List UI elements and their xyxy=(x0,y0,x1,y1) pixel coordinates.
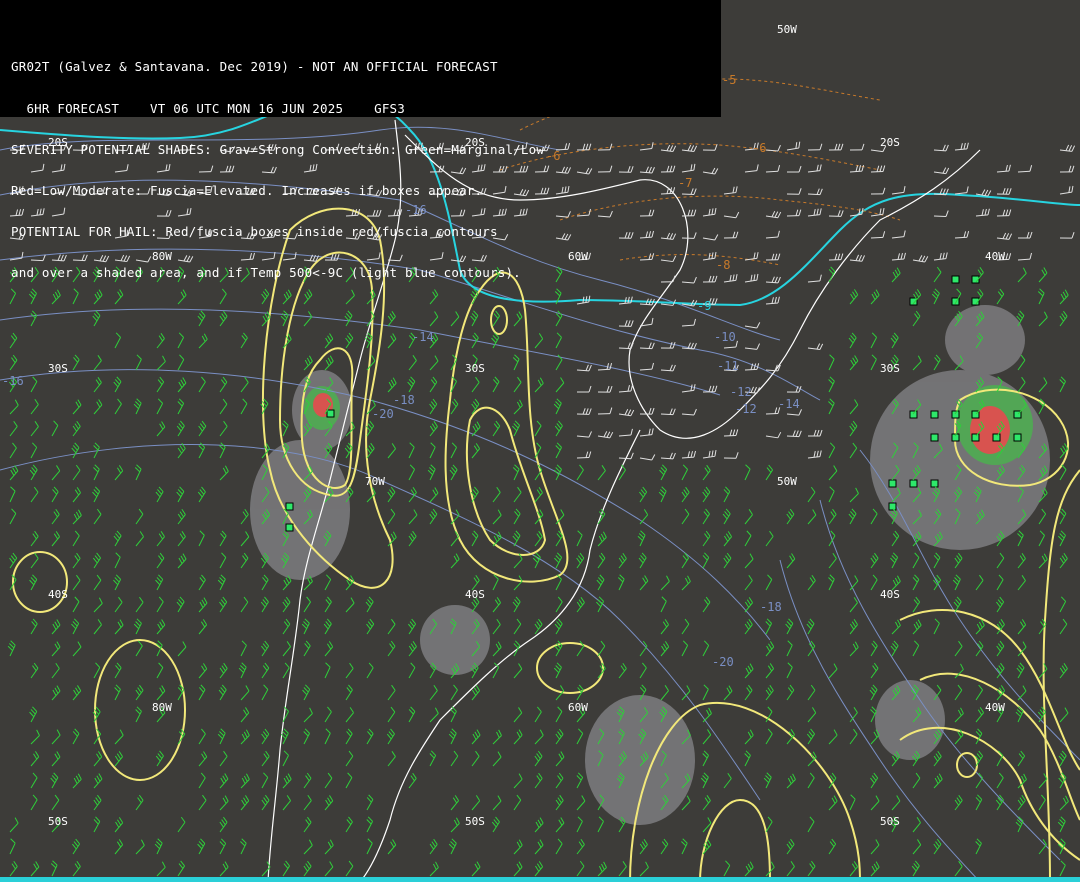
temp-label: -14 xyxy=(412,330,434,344)
temp-label: -12 xyxy=(735,402,757,416)
header-line: and over a shaded area, and if Temp 500<… xyxy=(11,264,521,280)
lon-label: 60W xyxy=(568,701,588,714)
lat-label: 30S xyxy=(48,362,68,375)
forecast-header: GR02T (Galvez & Santavana. Dec 2019) - N… xyxy=(0,0,721,279)
lat-label: 20S xyxy=(880,136,900,149)
temp-label: -10 xyxy=(714,330,736,344)
temp-label: -11 xyxy=(717,359,739,373)
lon-label: 40W xyxy=(985,701,1005,714)
lon-label: 80W xyxy=(152,701,172,714)
lon-label: 70W xyxy=(365,475,385,488)
lat-label: 50S xyxy=(48,815,68,828)
temp-label: -9 xyxy=(697,299,711,313)
temp-label: -20 xyxy=(372,407,394,421)
temp-label: -18 xyxy=(393,393,415,407)
temp-label: -12 xyxy=(730,385,752,399)
lon-label: 50W xyxy=(777,23,797,36)
temp-label: -16 xyxy=(2,374,24,388)
lon-label: 40W xyxy=(985,250,1005,263)
bottom-border xyxy=(0,877,1080,882)
lon-label: 50W xyxy=(777,475,797,488)
header-line: POTENTIAL FOR HAIL: Red/fuscia boxes ins… xyxy=(11,223,498,239)
temp-label: -20 xyxy=(712,655,734,669)
lat-label: 50S xyxy=(465,815,485,828)
lat-label: 40S xyxy=(48,588,68,601)
temp-label: -5 xyxy=(722,73,736,87)
temp-label: -18 xyxy=(760,600,782,614)
lat-label: 30S xyxy=(880,362,900,375)
lat-label: 40S xyxy=(465,588,485,601)
header-line: GR02T (Galvez & Santavana. Dec 2019) - N… xyxy=(11,59,498,75)
header-line: Red=Low/Moderate: Fuscia=Elevated. Incre… xyxy=(11,182,483,198)
header-line: SEVERITY POTENTIAL SHADES: Grav=Strong C… xyxy=(11,141,545,157)
temp-label: -6 xyxy=(752,141,766,155)
lat-label: 50S xyxy=(880,815,900,828)
header-line: 6HR FORECAST VT 06 UTC MON 16 JUN 2025 G… xyxy=(11,100,406,116)
lat-label: 30S xyxy=(465,362,485,375)
temp-label: -14 xyxy=(778,397,800,411)
lat-label: 40S xyxy=(880,588,900,601)
